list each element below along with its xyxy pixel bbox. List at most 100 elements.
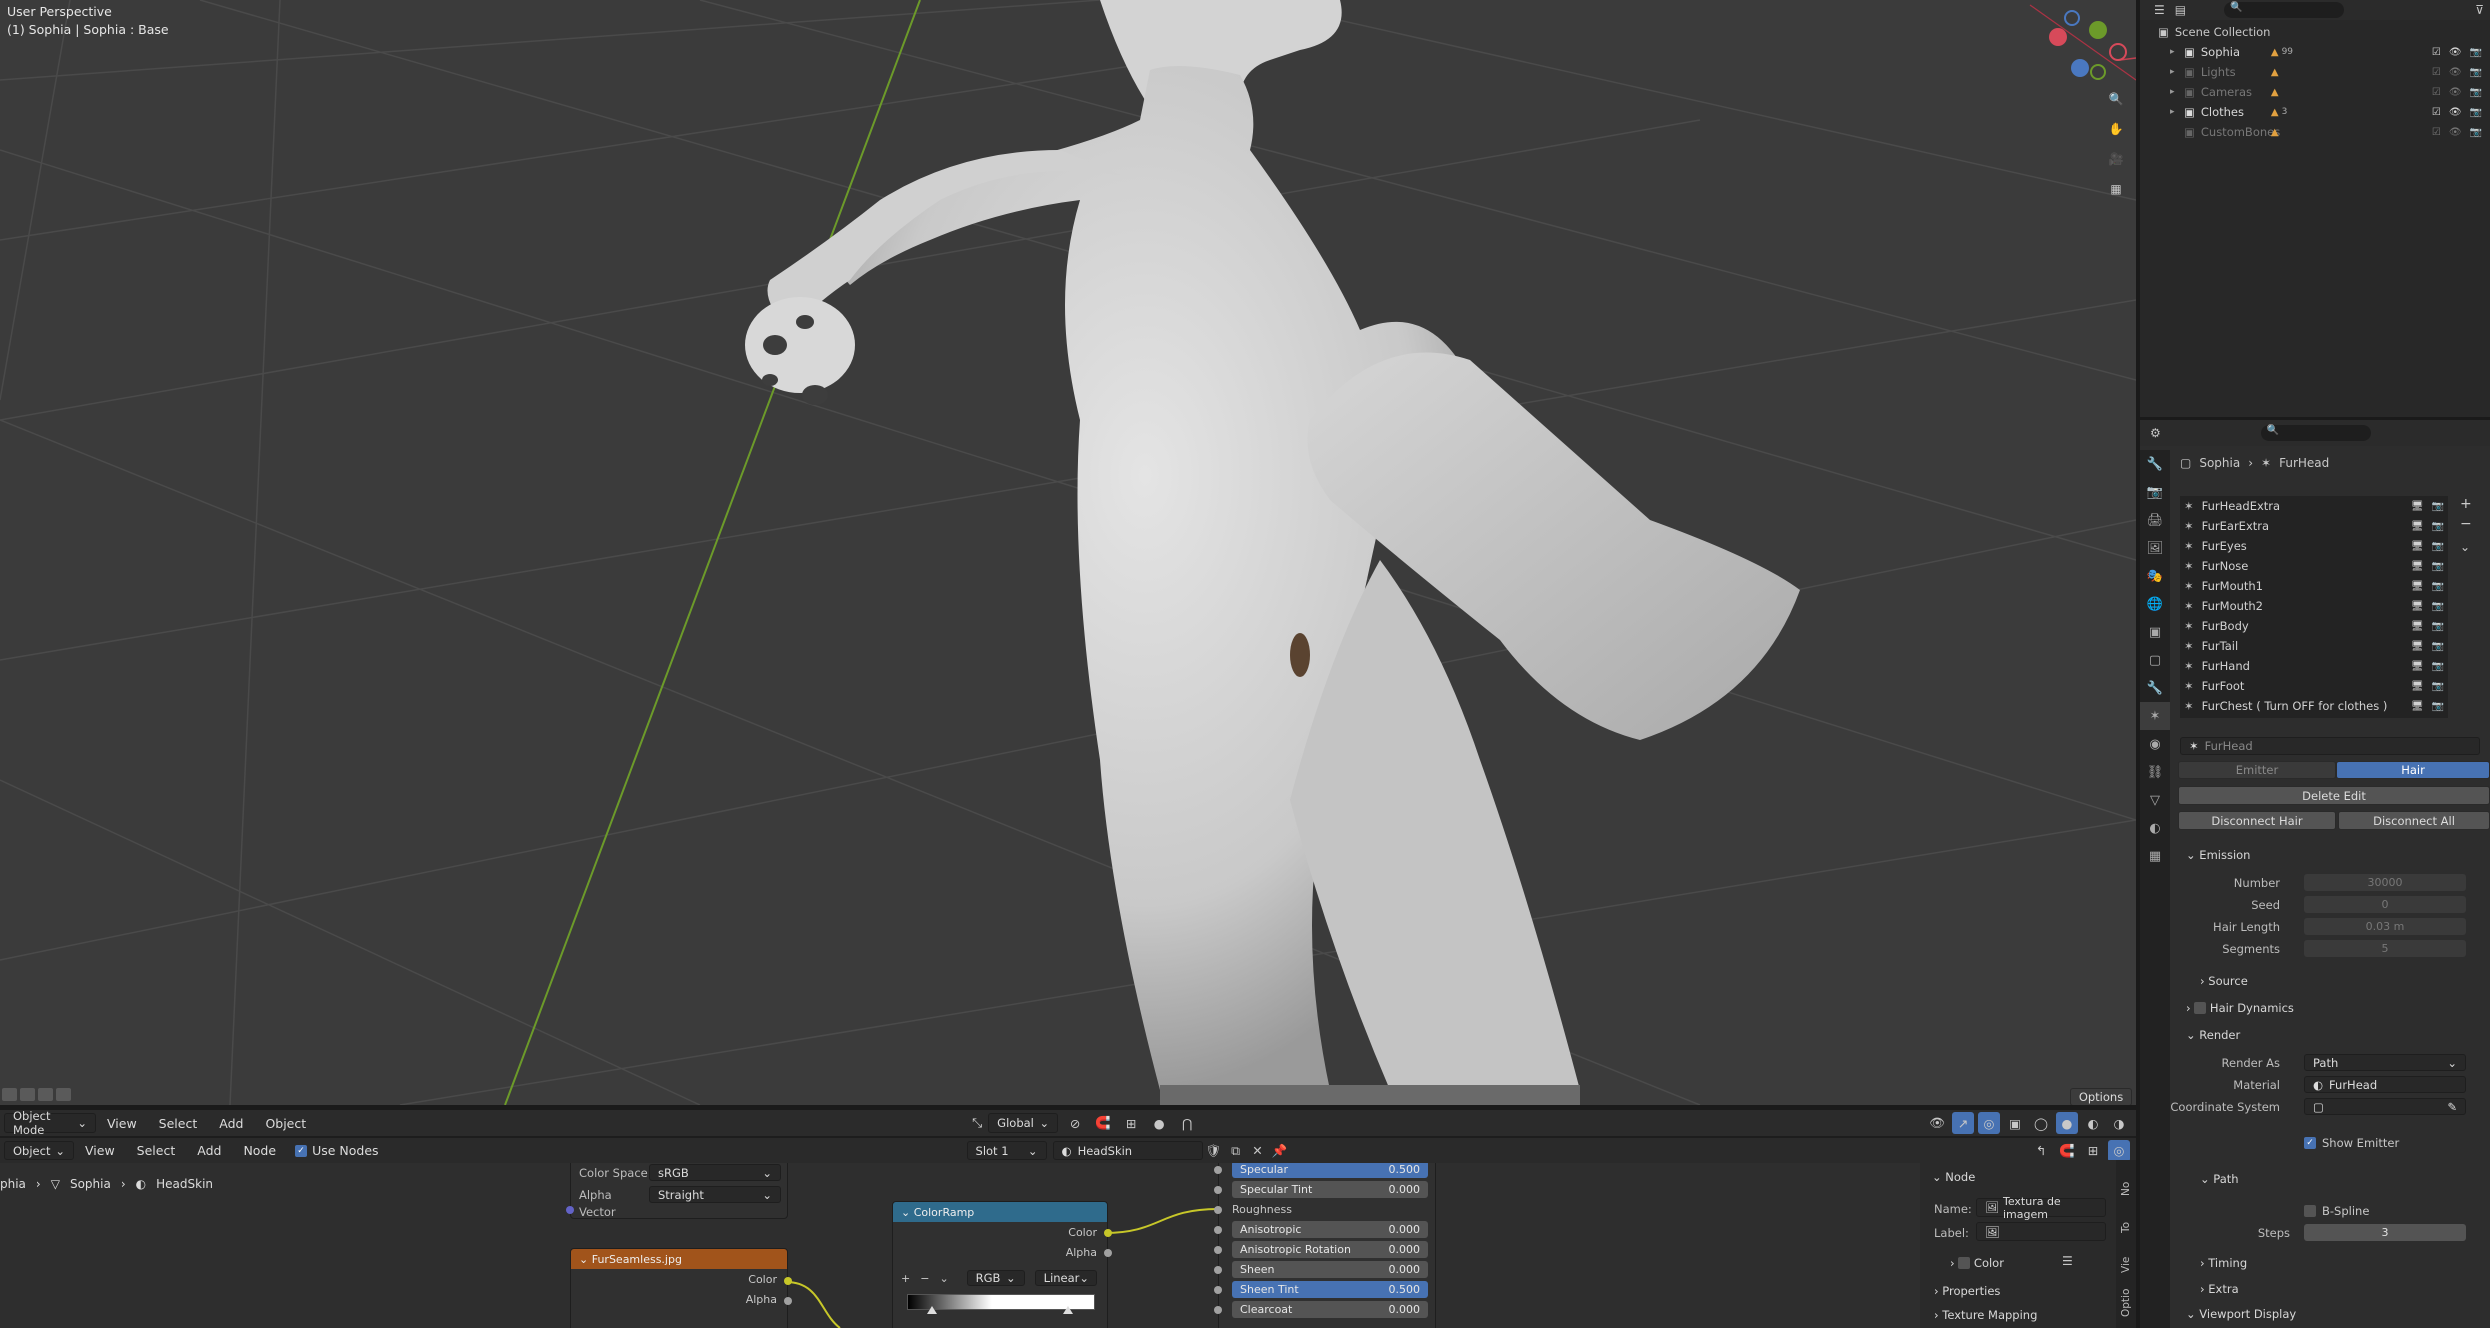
monitor-icon[interactable]: 🖥 [2411, 561, 2424, 572]
camera-icon[interactable]: 📷 [2432, 681, 2444, 692]
properties-search[interactable]: 🔍 [2260, 425, 2371, 441]
delete-edit-button[interactable]: Delete Edit [2178, 786, 2490, 805]
camera-view-icon[interactable]: 🎥 [2105, 148, 2127, 170]
right-separator[interactable] [2140, 417, 2490, 420]
monitor-icon[interactable]: 🖥 [2411, 501, 2424, 512]
menu-view[interactable]: View [96, 1116, 148, 1131]
segments-field[interactable]: 5 [2304, 940, 2466, 957]
overlay-toggle-icon[interactable]: ◎ [1978, 1112, 2000, 1134]
bsdf-slider[interactable]: Anisotropic 0.000 [1232, 1221, 1428, 1238]
grid-ortho-icon[interactable]: ▦ [2105, 178, 2127, 200]
chevron-down-icon[interactable]: ⌄ [939, 1272, 948, 1285]
visibility-icon[interactable]: 👁 [1926, 1112, 1948, 1134]
bsdf-input-socket[interactable] [1214, 1206, 1222, 1214]
node-overlay-toggle-icon[interactable]: ◎ [2108, 1139, 2130, 1162]
particle-system-item[interactable]: ✶ FurMouth1 🖥 📷 [2184, 576, 2444, 596]
outliner-item[interactable]: ▸ ▣ Sophia ▲ 99 ☑ 👁 📷 [2170, 42, 2488, 62]
color-ramp-node[interactable]: ⌄ ColorRamp Color Alpha + − ⌄ RGB ⌄ Linea… [892, 1201, 1108, 1328]
camera-icon[interactable]: 📷 [2432, 641, 2444, 652]
particle-system-item[interactable]: ✶ FurTail 🖥 📷 [2184, 636, 2444, 656]
camera-icon[interactable]: 📷 [2432, 541, 2444, 552]
options-button[interactable]: Options [2070, 1088, 2132, 1105]
seed-field[interactable]: 0 [2304, 896, 2466, 913]
node-type-dropdown[interactable]: Object ⌄ [4, 1141, 74, 1160]
color-output-socket[interactable] [784, 1277, 792, 1285]
eyedropper-icon[interactable]: ✎ [2447, 1100, 2457, 1114]
particle-system-item[interactable]: ✶ FurEyes 🖥 📷 [2184, 536, 2444, 556]
vertical-separator[interactable] [2136, 0, 2140, 1328]
slot-dropdown[interactable]: Slot 1 ⌄ [966, 1141, 1047, 1160]
camera-icon[interactable]: 📷 [2470, 107, 2482, 118]
coordinate-system-field[interactable]: ▢ ✎ [2304, 1098, 2466, 1115]
select-extend-icon[interactable] [20, 1088, 35, 1101]
node-menu-add[interactable]: Add [186, 1143, 232, 1158]
ramp-stop-black[interactable] [927, 1306, 937, 1314]
hair-dynamics-panel[interactable]: › Hair Dynamics [2186, 1001, 2294, 1015]
extra-subpanel[interactable]: › Extra [2200, 1282, 2239, 1296]
sidebar-tab-view[interactable]: Vie [2116, 1246, 2136, 1284]
3d-viewport[interactable]: User Perspective (1) Sophia | Sophia : B… [0, 0, 2136, 1105]
render-as-dropdown[interactable]: Path ⌄ [2304, 1054, 2466, 1071]
outliner-item[interactable]: ▸ ▣ Cameras ▲ ☑ 👁 📷 [2170, 82, 2488, 102]
eye-icon[interactable]: 👁 [2449, 67, 2462, 78]
bsdf-slider[interactable]: Sheen Tint 0.500 [1232, 1281, 1428, 1298]
exclude-checkbox-icon[interactable]: ☑ [2432, 67, 2441, 78]
constraints-tab-icon[interactable]: ⛓ [2140, 758, 2170, 786]
menu-add[interactable]: Add [208, 1116, 254, 1131]
ramp-alpha-output-socket[interactable] [1104, 1249, 1112, 1257]
view-layer-icon[interactable]: ▤ [2175, 3, 2186, 17]
use-nodes-checkbox[interactable]: ✓ [295, 1144, 308, 1157]
texture-tab-icon[interactable]: ▦ [2140, 842, 2170, 870]
particle-system-item[interactable]: ✶ FurFoot 🖥 📷 [2184, 676, 2444, 696]
parent-node-icon[interactable]: ↰ [2030, 1140, 2052, 1162]
node-menu-select[interactable]: Select [126, 1143, 187, 1158]
camera-icon[interactable]: 📷 [2432, 621, 2444, 632]
outliner-item[interactable]: ▸ ▣ Clothes ▲ 3 ☑ 👁 📷 [2170, 102, 2488, 122]
material-selector[interactable]: ◐ HeadSkin [1052, 1141, 1203, 1160]
source-subpanel[interactable]: › Source [2200, 974, 2248, 988]
outliner-item[interactable]: ▣ CustomBones ▲ ☑ 👁 📷 [2170, 122, 2488, 142]
node-menu-view[interactable]: View [74, 1143, 126, 1158]
number-field[interactable]: 30000 [2304, 874, 2466, 891]
physics-tab-icon[interactable]: ◉ [2140, 730, 2170, 758]
camera-icon[interactable]: 📷 [2432, 601, 2444, 612]
texture-mapping-section[interactable]: › Texture Mapping [1934, 1308, 2037, 1322]
duplicate-material-icon[interactable]: ⧉ [1225, 1140, 1247, 1162]
bspline-row[interactable]: B-Spline [2304, 1204, 2369, 1218]
render-panel-header[interactable]: ⌄ Render [2186, 1028, 2240, 1042]
render-tab-icon[interactable]: 📷 [2140, 478, 2170, 506]
particle-system-item[interactable]: ✶ FurMouth2 🖥 📷 [2184, 596, 2444, 616]
eye-icon[interactable]: 👁 [2449, 47, 2462, 58]
emitter-type-button[interactable]: Emitter [2178, 761, 2336, 779]
bsdf-input-socket[interactable] [1214, 1266, 1222, 1274]
monitor-icon[interactable]: 🖥 [2411, 541, 2424, 552]
modifier-tab-icon[interactable]: 🔧 [2140, 674, 2170, 702]
bsdf-input-socket[interactable] [1214, 1166, 1222, 1174]
fur-image-texture-node[interactable]: ⌄ FurSeamless.jpg Color Alpha [570, 1248, 788, 1328]
material-tab-icon[interactable]: ◐ [2140, 814, 2170, 842]
add-stop-icon[interactable]: + [901, 1272, 910, 1285]
eye-icon[interactable]: 👁 [2449, 107, 2462, 118]
node-label-field[interactable]: 🖼 [1976, 1222, 2106, 1241]
image-texture-node-top[interactable]: Color Space sRGB ⌄ Alpha Straight ⌄ Vector [570, 1163, 788, 1219]
bsdf-input-socket[interactable] [1214, 1306, 1222, 1314]
output-tab-icon[interactable]: 🖨 [2140, 506, 2170, 534]
sidebar-tab-options[interactable]: Optio [2116, 1284, 2136, 1322]
ramp-mode-dropdown[interactable]: RGB ⌄ [966, 1270, 1025, 1286]
node-menu-node[interactable]: Node [232, 1143, 287, 1158]
snap-node-icon[interactable]: 🧲 [2056, 1140, 2078, 1162]
monitor-icon[interactable]: 🖥 [2411, 521, 2424, 532]
show-emitter-row[interactable]: ✓ Show Emitter [2304, 1136, 2399, 1150]
node-section-header[interactable]: ⌄ Node [1932, 1170, 1975, 1184]
particle-system-item[interactable]: ✶ FurChest ( Turn OFF for clothes ) 🖥 📷 [2184, 696, 2444, 716]
snap-target-icon[interactable]: ⊞ [1120, 1112, 1142, 1134]
node-editor[interactable]: phia › ▽ Sophia › ◐ HeadSkin Color Space… [0, 1163, 2136, 1328]
horizontal-separator[interactable] [0, 1105, 2136, 1110]
exclude-checkbox-icon[interactable]: ☑ [2432, 87, 2441, 98]
camera-icon[interactable]: 📷 [2470, 87, 2482, 98]
sidebar-tab-node[interactable]: No [2116, 1170, 2136, 1208]
proportional-edit-icon[interactable]: ● [1148, 1112, 1170, 1134]
select-intersect-icon[interactable] [56, 1088, 71, 1101]
expand-arrow-icon[interactable]: ▸ [2170, 87, 2182, 97]
expand-arrow-icon[interactable]: ▸ [2170, 47, 2182, 57]
